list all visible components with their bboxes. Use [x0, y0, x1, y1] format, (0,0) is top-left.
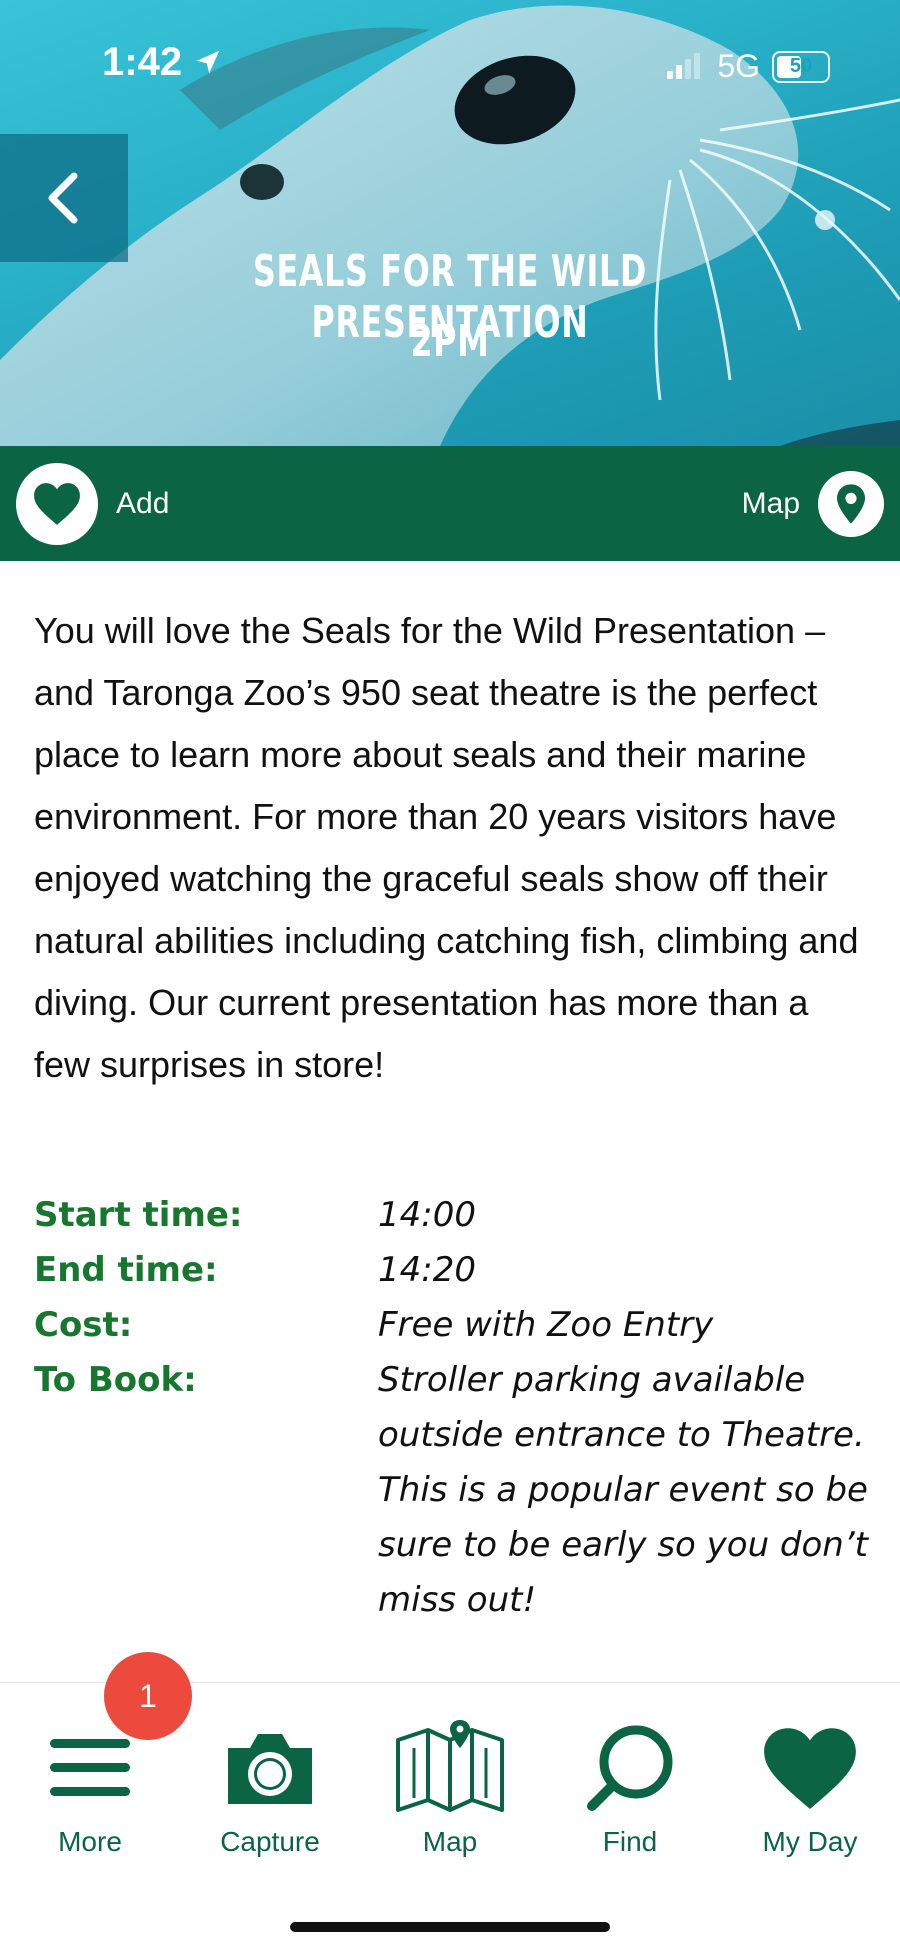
camera-icon [228, 1734, 312, 1804]
signal-icon [667, 52, 701, 79]
tab-find[interactable]: Find [540, 1683, 720, 1873]
action-bar: Add Map [0, 446, 900, 561]
tab-label: Find [602, 1826, 658, 1857]
menu-icon [50, 1739, 130, 1796]
tab-map[interactable]: Map [360, 1683, 540, 1873]
status-time: 1:42 [102, 40, 223, 85]
tab-capture[interactable]: Capture [180, 1683, 360, 1873]
map-pin-circle [818, 470, 884, 537]
detail-row-cost: Cost: Free with Zoo Entry [34, 1298, 874, 1353]
map-label: Map [741, 486, 800, 520]
detail-value: Stroller parking available outside entra… [378, 1360, 868, 1620]
status-indicators: 5G 50 [665, 48, 830, 85]
detail-value: Free with Zoo Entry [378, 1305, 714, 1345]
detail-row-start-time: Start time: 14:00 [34, 1188, 874, 1243]
event-description: You will love the Seals for the Wild Pre… [34, 610, 859, 1085]
tab-my-day[interactable]: My Day [720, 1683, 900, 1873]
heart-icon [764, 1728, 856, 1809]
heart-circle [16, 462, 98, 545]
detail-label: End time: [34, 1250, 218, 1290]
network-type: 5G [717, 48, 760, 84]
detail-label: Cost: [34, 1305, 133, 1345]
home-indicator[interactable] [290, 1922, 610, 1932]
tab-label: More [58, 1826, 122, 1857]
detail-label: Start time: [34, 1195, 243, 1235]
event-details: Start time: 14:00 End time: 14:20 Cost: … [34, 1188, 874, 1628]
notification-badge: 1 [104, 1652, 192, 1740]
folded-map-icon [396, 1720, 504, 1812]
tab-label: My Day [762, 1826, 858, 1857]
add-favourite-button[interactable]: Add [0, 462, 170, 545]
heart-icon [34, 482, 80, 525]
detail-row-to-book: To Book: Stroller parking available outs… [34, 1353, 874, 1628]
add-label: Add [116, 486, 170, 520]
chevron-left-icon [48, 172, 78, 224]
event-time-title: 2PM [410, 316, 490, 367]
battery-icon: 50 [772, 50, 830, 83]
location-arrow-icon [196, 50, 220, 74]
search-icon [587, 1725, 673, 1811]
detail-label: To Book: [34, 1360, 197, 1400]
detail-row-end-time: End time: 14:20 [34, 1243, 874, 1298]
map-button[interactable]: Map [741, 470, 900, 537]
tab-label: Map [422, 1826, 478, 1857]
hero-banner: 1:42 5G 50 SEALS FOR THE WILD PRESENTATI… [0, 0, 900, 446]
detail-value: 14:00 [378, 1195, 476, 1235]
tab-label: Capture [220, 1826, 320, 1857]
detail-value: 14:20 [378, 1250, 476, 1290]
back-button[interactable] [0, 134, 128, 262]
map-pin-icon [837, 483, 865, 524]
